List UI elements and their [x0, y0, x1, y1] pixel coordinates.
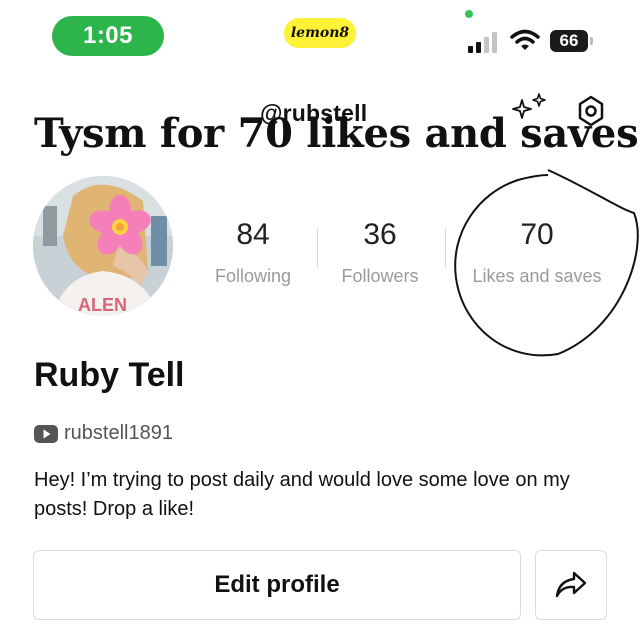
youtube-handle: rubstell1891: [64, 422, 173, 444]
youtube-icon: [34, 424, 58, 443]
edit-profile-button[interactable]: Edit profile: [33, 550, 521, 620]
stat-following[interactable]: 84 Following: [196, 220, 310, 287]
youtube-handle-row[interactable]: rubstell1891: [34, 422, 173, 445]
stat-divider: [317, 228, 318, 268]
status-time: 1:05: [52, 16, 164, 56]
stat-followers-value: 36: [363, 218, 397, 251]
battery-tip: [590, 37, 593, 45]
camera-indicator-dot: [465, 10, 473, 18]
overlay-headline: Tysm for 70 likes and saves!: [34, 110, 640, 157]
stat-following-value: 84: [236, 218, 270, 251]
battery-indicator: 66: [550, 30, 588, 52]
stat-likes-and-saves[interactable]: 70 Likes and saves: [462, 220, 612, 287]
share-icon: [555, 571, 587, 598]
stat-followers[interactable]: 36 Followers: [323, 220, 437, 287]
share-button[interactable]: [535, 550, 607, 620]
wifi-icon: [510, 29, 540, 50]
signal-icon: [468, 32, 497, 53]
stat-likes-value: 70: [520, 218, 554, 251]
stat-likes-label: Likes and saves: [472, 266, 602, 286]
profile-bio: Hey! I’m trying to post daily and would …: [34, 469, 570, 520]
stat-following-label: Following: [214, 266, 292, 286]
avatar[interactable]: ALEN: [33, 176, 173, 316]
cherry-blossom-icon: [89, 195, 151, 255]
stat-followers-label: Followers: [341, 266, 419, 286]
app-indicator[interactable]: lemon8: [284, 18, 356, 48]
svg-text:ALEN: ALEN: [78, 295, 127, 315]
stat-divider: [445, 228, 446, 268]
profile-name: Ruby Tell: [34, 356, 185, 394]
